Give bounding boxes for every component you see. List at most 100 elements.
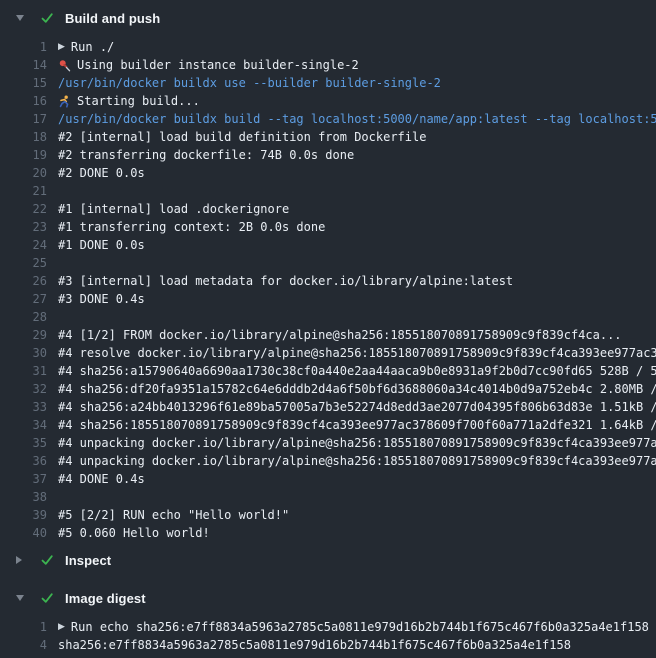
section-title: Image digest [65, 591, 146, 606]
log-line-content: #4 sha256:df20fa9351a15782c64e6dddb2d4a6… [58, 380, 656, 398]
log-text: sha256:e7ff8834a5963a2785c5a0811e979d16b… [58, 636, 571, 654]
log-line-content: #4 unpacking docker.io/library/alpine@sh… [58, 452, 656, 470]
log-line: 25 [0, 254, 656, 272]
chevron-down-icon[interactable] [16, 595, 27, 601]
log-line-content: #4 unpacking docker.io/library/alpine@sh… [58, 434, 656, 452]
log-line: 31 #4 sha256:a15790640a6690aa1730c38cf0a4… [0, 362, 656, 380]
log-line-content: ▶Run ./ [58, 38, 656, 56]
expand-arrow-icon[interactable]: ▶ [58, 622, 65, 632]
line-number[interactable]: 19 [0, 148, 47, 162]
line-number[interactable]: 16 [0, 94, 47, 108]
line-number[interactable]: 20 [0, 166, 47, 180]
log-line: 15/usr/bin/docker buildx use --builder b… [0, 74, 656, 92]
success-check-icon [40, 553, 54, 567]
success-check-icon [40, 11, 54, 25]
log-line-content: #1 transferring context: 2B 0.0s done [58, 218, 656, 236]
log-line-content: ▶Run echo sha256:e7ff8834a5963a2785c5a08… [58, 618, 656, 636]
expand-arrow-icon[interactable]: ▶ [58, 42, 65, 52]
log-line-content: #5 [2/2] RUN echo "Hello world!" [58, 506, 656, 524]
line-number[interactable]: 14 [0, 58, 47, 72]
line-number[interactable]: 30 [0, 346, 47, 360]
line-number[interactable]: 15 [0, 76, 47, 90]
log-line: 16 Starting build... [0, 92, 656, 110]
log-line-content: #2 DONE 0.0s [58, 164, 656, 182]
line-number[interactable]: 32 [0, 382, 47, 396]
log-section-inspect: Inspect [0, 542, 656, 580]
log-line: 28 [0, 308, 656, 326]
line-number[interactable]: 39 [0, 508, 47, 522]
log-line-content: #1 [internal] load .dockerignore [58, 200, 656, 218]
log-line: 22 #1 [internal] load .dockerignore [0, 200, 656, 218]
log-line-content: #4 resolve docker.io/library/alpine@sha2… [58, 344, 656, 362]
log-text: Using builder instance builder-single-2 [77, 56, 359, 74]
log-line: 21 [0, 182, 656, 200]
log-line-content: #4 [1/2] FROM docker.io/library/alpine@s… [58, 326, 656, 344]
line-number[interactable]: 38 [0, 490, 47, 504]
log-line: 30 #4 resolve docker.io/library/alpine@sh… [0, 344, 656, 362]
line-number[interactable]: 21 [0, 184, 47, 198]
log-line: 40 #5 0.060 Hello world! [0, 524, 656, 542]
log-line: 32 #4 sha256:df20fa9351a15782c64e6dddb2d4… [0, 380, 656, 398]
line-number[interactable]: 1 [0, 40, 47, 54]
section-lines: 1▶Run ./14 Using builder instance builde… [0, 36, 656, 542]
log-line: 29 #4 [1/2] FROM docker.io/library/alpine… [0, 326, 656, 344]
line-number[interactable]: 36 [0, 454, 47, 468]
line-number[interactable]: 29 [0, 328, 47, 342]
log-line-content: #5 0.060 Hello world! [58, 524, 656, 542]
log-line-content: #3 [internal] load metadata for docker.i… [58, 272, 656, 290]
line-number[interactable]: 23 [0, 220, 47, 234]
line-number[interactable]: 1 [0, 620, 47, 634]
section-header-inspect[interactable]: Inspect [0, 542, 656, 578]
actions-log-viewer: Build and push 1▶Run ./14 Using builder … [0, 0, 656, 658]
section-header-build-and-push[interactable]: Build and push [0, 0, 656, 36]
log-line-content: #4 DONE 0.4s [58, 470, 656, 488]
log-line: 4 sha256:e7ff8834a5963a2785c5a0811e979d16… [0, 636, 656, 654]
line-number[interactable]: 40 [0, 526, 47, 540]
line-number[interactable]: 4 [0, 638, 47, 652]
line-number[interactable]: 25 [0, 256, 47, 270]
line-number[interactable]: 37 [0, 472, 47, 486]
log-line: 1 ▶Run echo sha256:e7ff8834a5963a2785c5a0… [0, 618, 656, 636]
log-line: 38 [0, 488, 656, 506]
line-number[interactable]: 31 [0, 364, 47, 378]
section-header-image-digest[interactable]: Image digest [0, 580, 656, 616]
success-check-icon [40, 591, 54, 605]
log-text: /usr/bin/docker buildx build --tag local… [58, 110, 656, 128]
log-text: #4 resolve docker.io/library/alpine@sha2… [58, 344, 656, 362]
log-line-content: #4 sha256:185518070891758909c9f839cf4ca3… [58, 416, 656, 434]
pushpin-icon [58, 59, 71, 72]
log-section-image-digest: Image digest 1 ▶Run echo sha256:e7ff8834a… [0, 580, 656, 654]
log-text: #2 DONE 0.0s [58, 164, 145, 182]
log-line-content: /usr/bin/docker buildx build --tag local… [58, 110, 656, 128]
line-number[interactable]: 22 [0, 202, 47, 216]
line-number[interactable]: 24 [0, 238, 47, 252]
line-number[interactable]: 17 [0, 112, 47, 126]
line-number[interactable]: 35 [0, 436, 47, 450]
log-text: #4 sha256:185518070891758909c9f839cf4ca3… [58, 416, 656, 434]
log-line: 17/usr/bin/docker buildx build --tag loc… [0, 110, 656, 128]
log-text: #4 [1/2] FROM docker.io/library/alpine@s… [58, 326, 622, 344]
log-line: 14 Using builder instance builder-single… [0, 56, 656, 74]
log-line: 1 ▶Run ./ [0, 38, 656, 56]
log-line-content: sha256:e7ff8834a5963a2785c5a0811e979d16b… [58, 636, 656, 654]
log-text: #4 sha256:df20fa9351a15782c64e6dddb2d4a6… [58, 380, 656, 398]
log-text: #4 unpacking docker.io/library/alpine@sh… [58, 452, 656, 470]
log-line: 19#2 transferring dockerfile: 74B 0.0s d… [0, 146, 656, 164]
line-number[interactable]: 33 [0, 400, 47, 414]
log-line: 23 #1 transferring context: 2B 0.0s done [0, 218, 656, 236]
log-line: 36 #4 unpacking docker.io/library/alpine@… [0, 452, 656, 470]
line-number[interactable]: 27 [0, 292, 47, 306]
log-line: 37 #4 DONE 0.4s [0, 470, 656, 488]
log-text: #4 sha256:a15790640a6690aa1730c38cf0a440… [58, 362, 656, 380]
log-text: #4 DONE 0.4s [58, 470, 145, 488]
chevron-right-icon[interactable] [16, 556, 27, 564]
line-number[interactable]: 34 [0, 418, 47, 432]
line-number[interactable]: 28 [0, 310, 47, 324]
log-line: 27 #3 DONE 0.4s [0, 290, 656, 308]
log-line-content: #3 DONE 0.4s [58, 290, 656, 308]
log-text: #3 DONE 0.4s [58, 290, 145, 308]
chevron-down-icon[interactable] [16, 15, 27, 21]
log-text: #1 [internal] load .dockerignore [58, 200, 289, 218]
line-number[interactable]: 18 [0, 130, 47, 144]
line-number[interactable]: 26 [0, 274, 47, 288]
